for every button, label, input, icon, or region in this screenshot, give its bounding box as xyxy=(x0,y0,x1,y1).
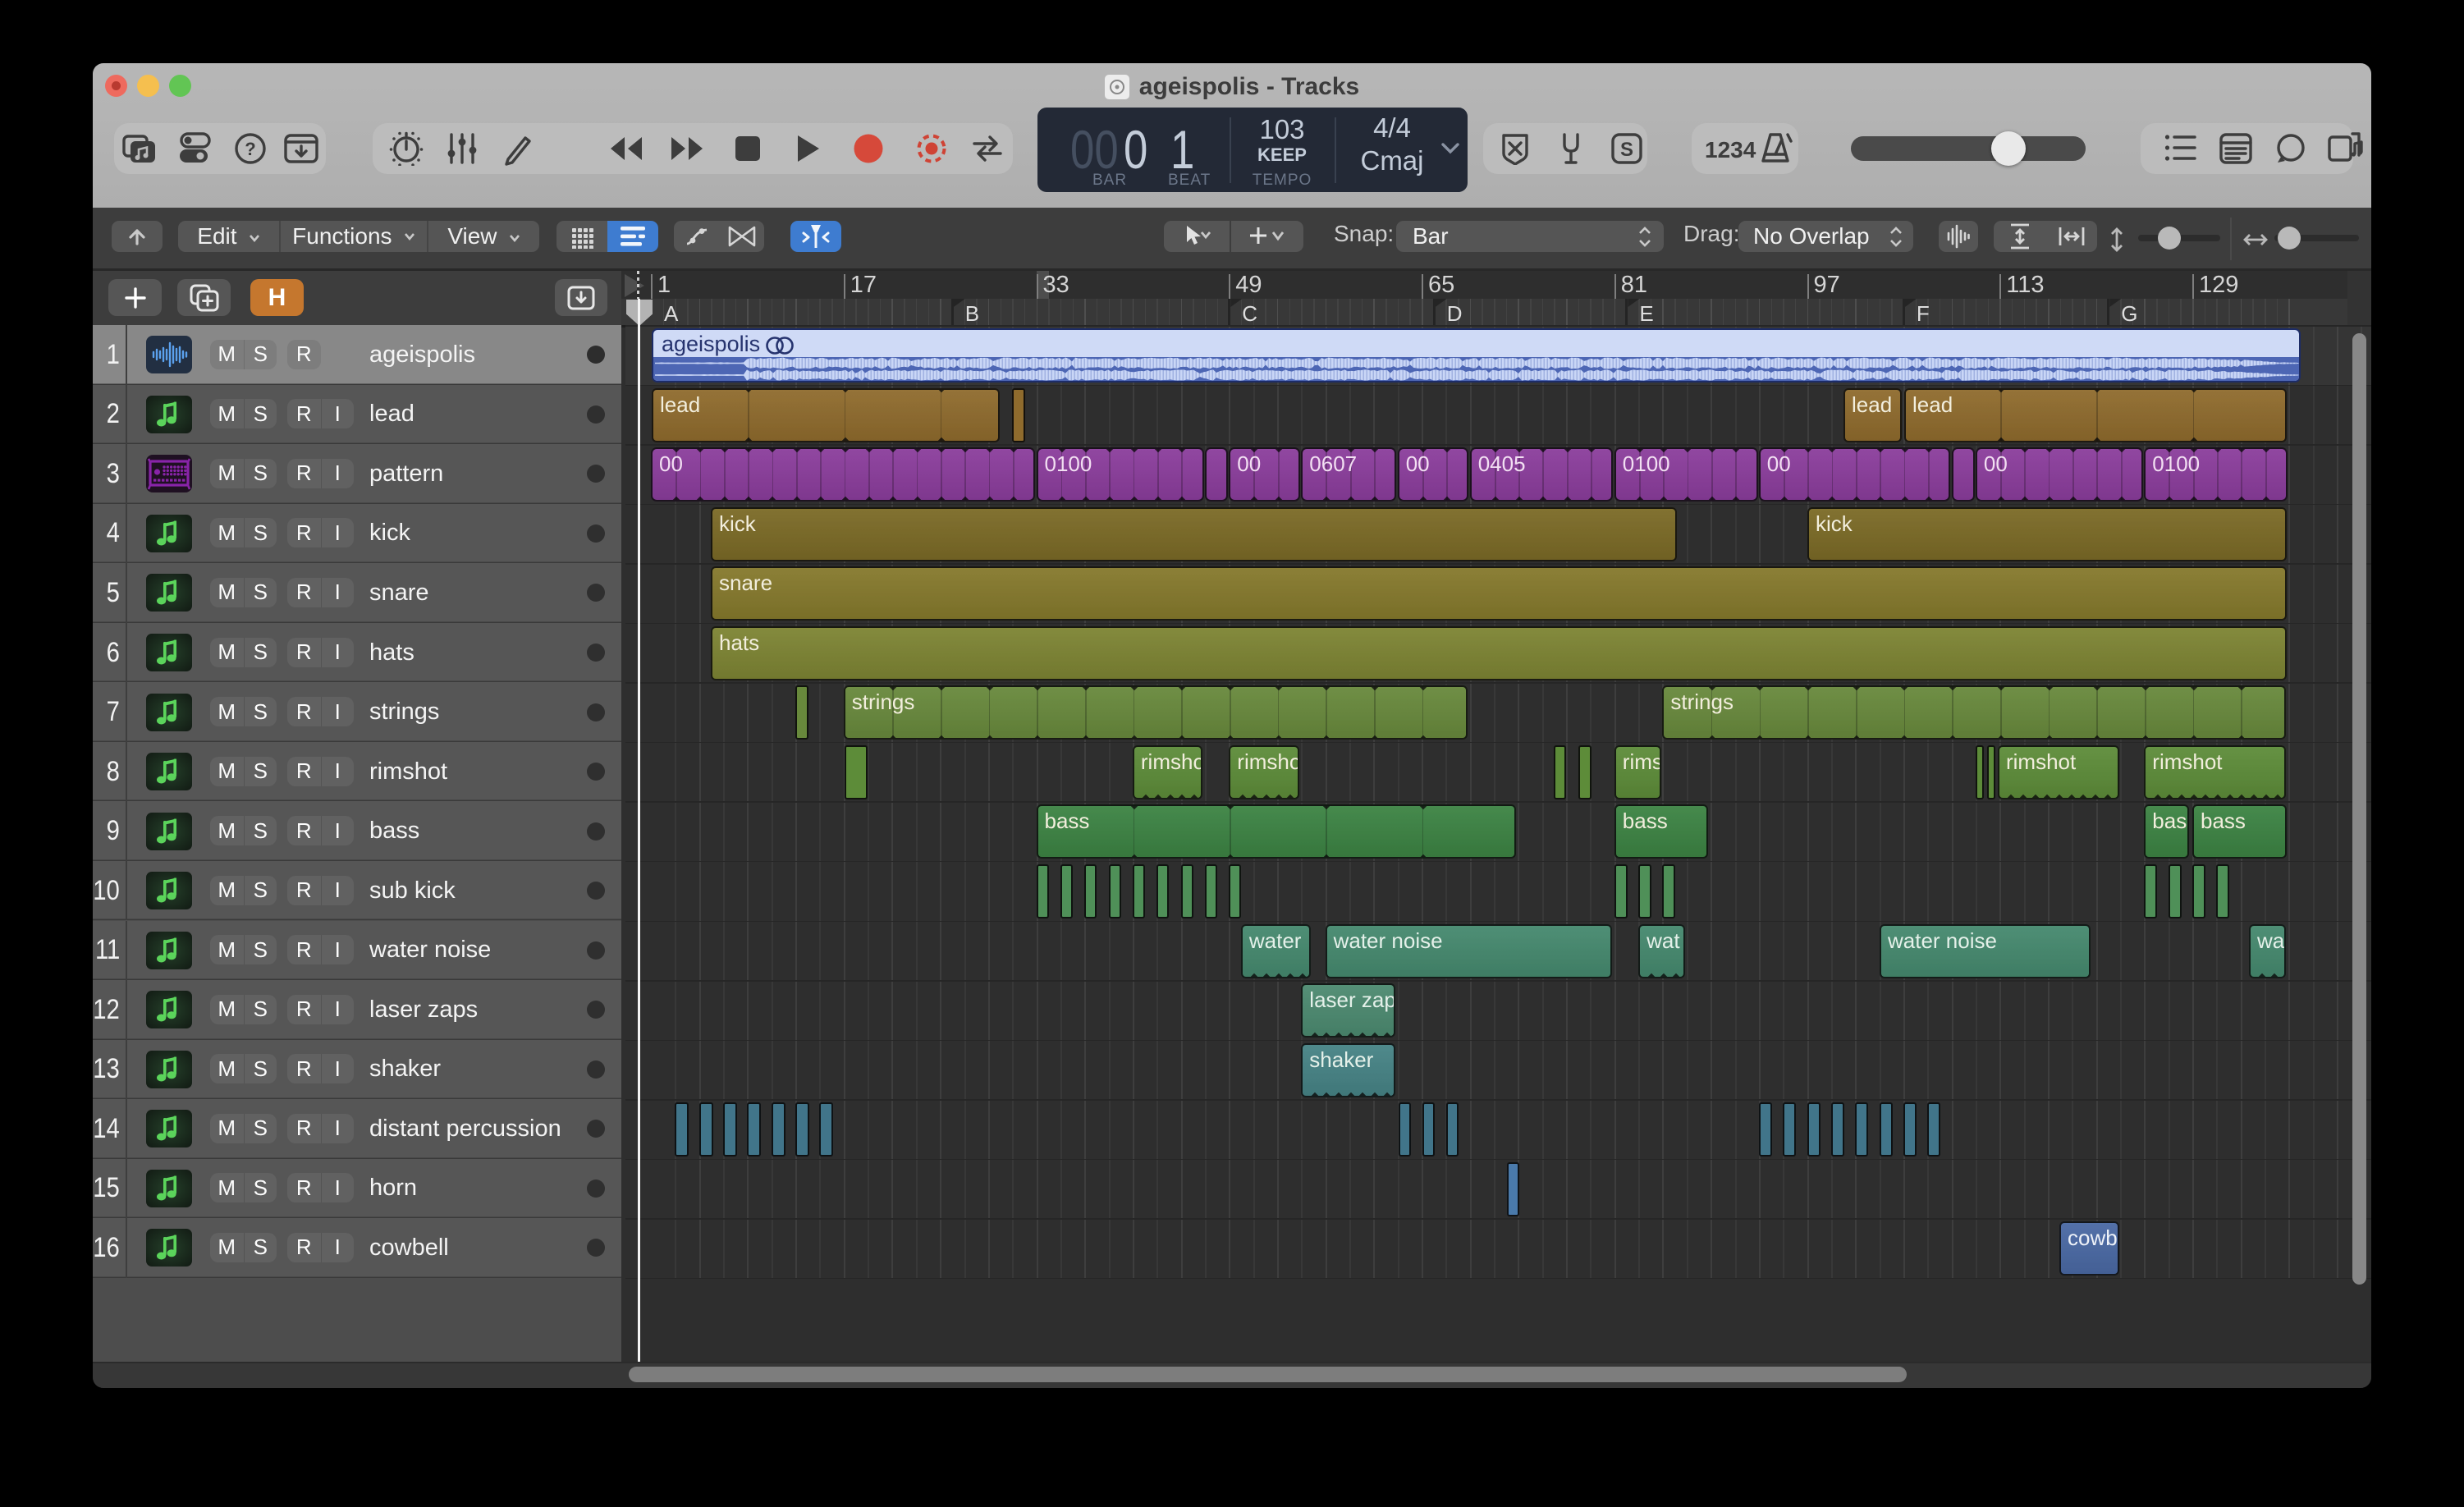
svg-text:?: ? xyxy=(245,139,255,159)
svg-text:S: S xyxy=(1620,139,1633,161)
